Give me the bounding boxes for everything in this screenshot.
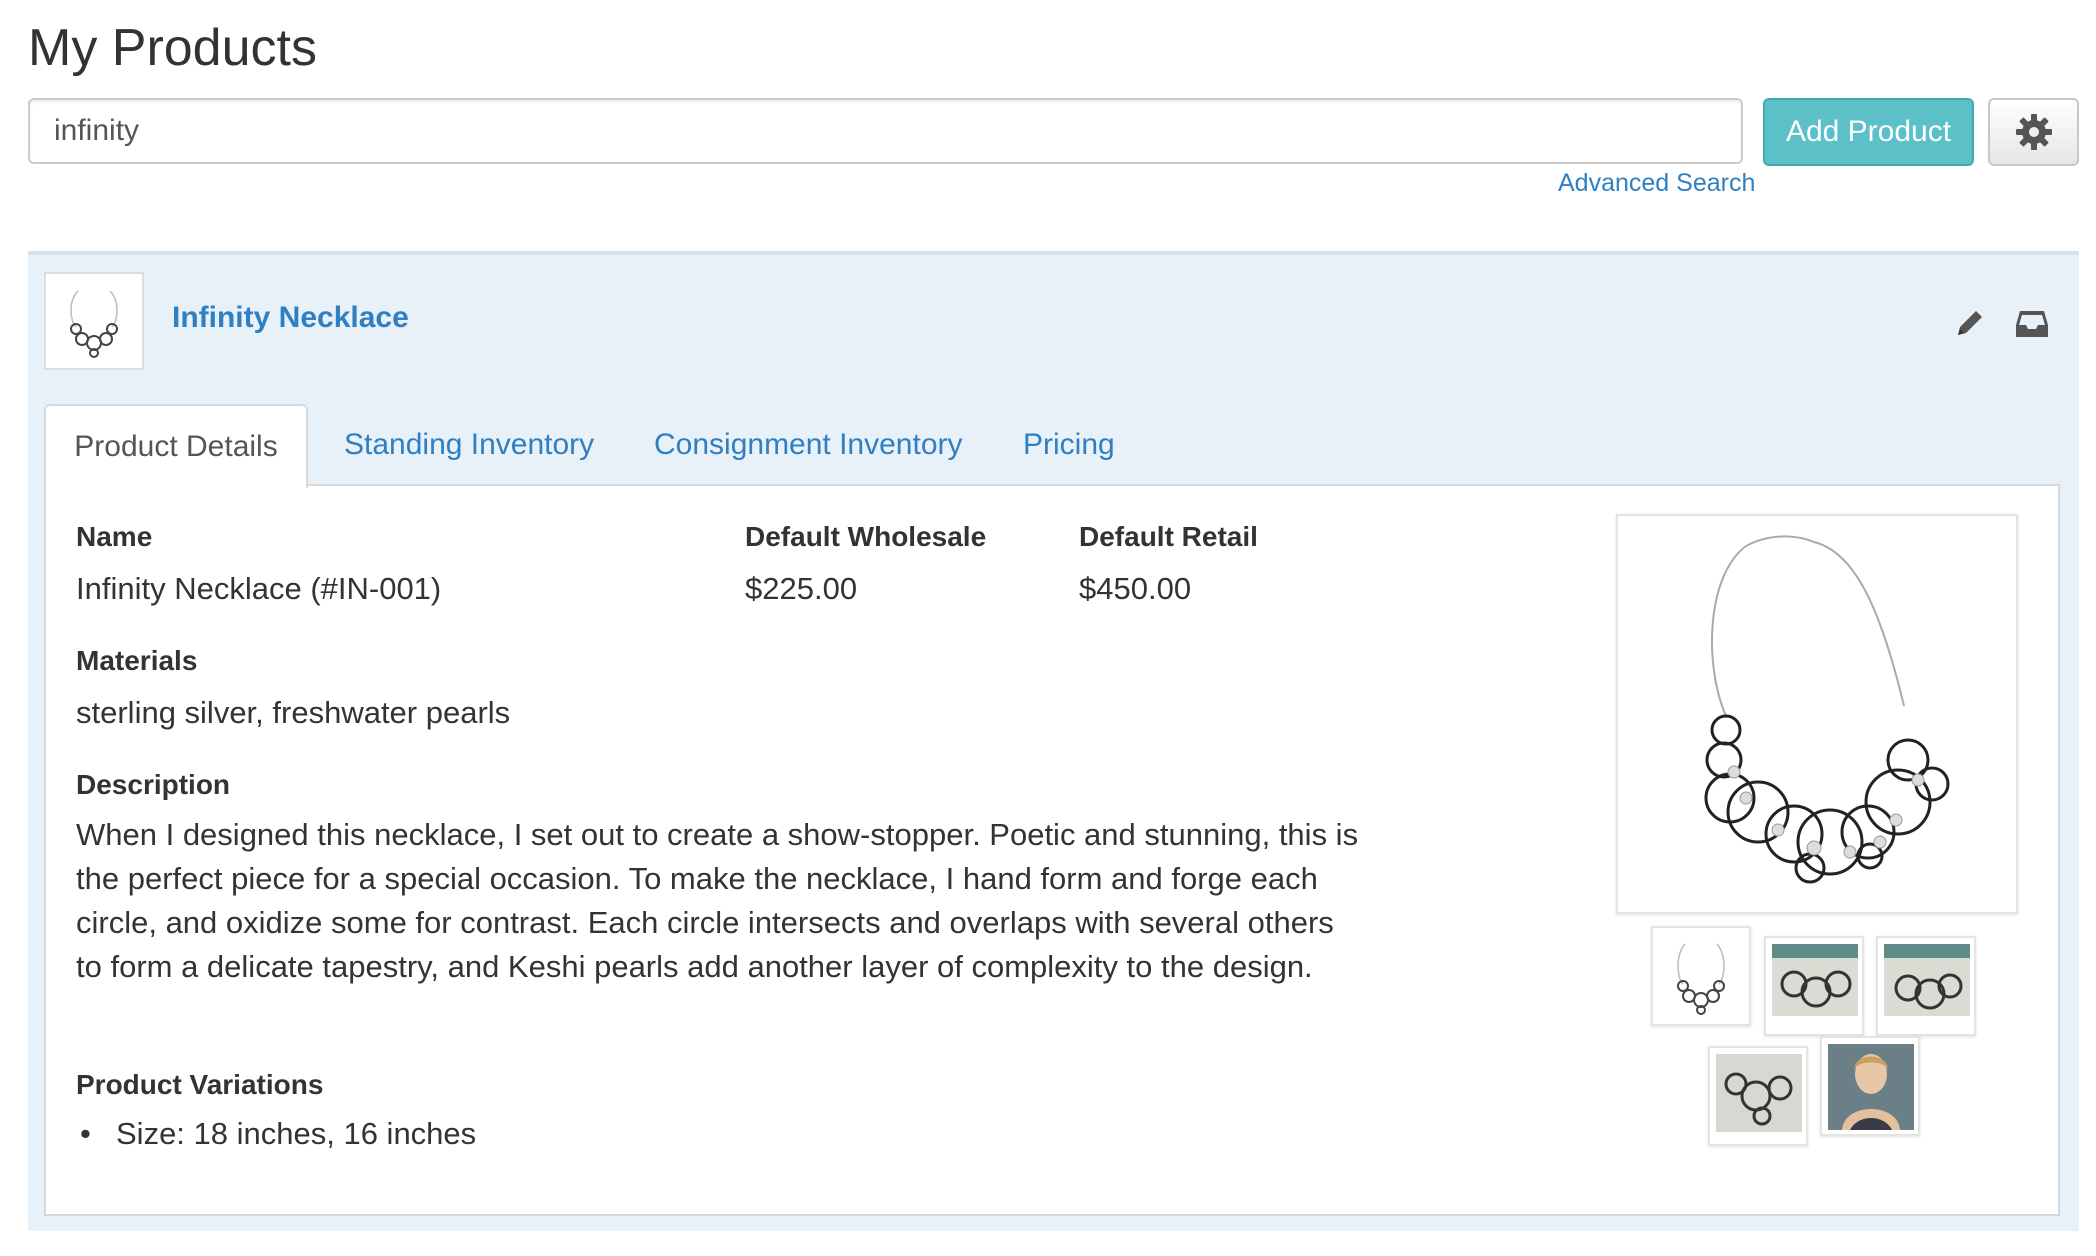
wholesale-value: $225.00 <box>745 571 858 606</box>
product-main-photo <box>1616 514 2018 914</box>
photo-thumbnail[interactable] <box>1876 936 1976 1036</box>
wholesale-label: Default Wholesale <box>745 521 987 552</box>
advanced-search-link[interactable]: Advanced Search <box>1558 169 1755 198</box>
edit-button[interactable] <box>1950 303 1990 343</box>
variation-text: Size: 18 inches, 16 inches <box>116 1116 477 1151</box>
tab-pricing[interactable]: Pricing <box>1023 404 1115 486</box>
product-name-link[interactable]: Infinity Necklace <box>172 301 409 335</box>
description-text: When I designed this necklace, I set out… <box>76 817 1359 984</box>
search-input[interactable] <box>28 98 1743 164</box>
necklace-image <box>1704 535 1950 884</box>
description-label: Description <box>76 769 231 800</box>
archive-button[interactable] <box>2012 303 2052 343</box>
name-label: Name <box>76 521 153 552</box>
variations-label: Product Variations <box>76 1069 324 1100</box>
name-value: Infinity Necklace (#IN-001) <box>76 571 442 606</box>
necklace-photo <box>1884 944 1970 1016</box>
pencil-icon <box>1958 311 1982 335</box>
tab-product-details[interactable]: Product Details <box>44 404 308 488</box>
variation-item: Size: 18 inches, 16 inches <box>80 1116 476 1152</box>
necklace-image <box>1677 943 1725 1015</box>
tab-consignment-inventory[interactable]: Consignment Inventory <box>654 404 963 486</box>
photo-thumbnail[interactable] <box>1708 1046 1808 1146</box>
settings-button[interactable] <box>1988 98 2079 166</box>
photo-thumbnail[interactable] <box>1764 936 1864 1036</box>
necklace-photo <box>1716 1054 1802 1132</box>
model-photo <box>1828 1044 1914 1130</box>
materials-label: Materials <box>76 645 198 676</box>
materials-value: sterling silver, freshwater pearls <box>76 695 511 730</box>
archive-tray-icon <box>2016 311 2048 337</box>
retail-label: Default Retail <box>1079 521 1258 552</box>
add-product-button[interactable]: Add Product <box>1763 98 1974 166</box>
necklace-photo <box>1772 944 1858 1016</box>
photo-thumbnail[interactable] <box>1820 1036 1920 1136</box>
gear-icon <box>2015 114 2052 150</box>
photo-thumbnail[interactable] <box>1651 926 1751 1026</box>
necklace-image <box>70 290 118 358</box>
tab-standing-inventory[interactable]: Standing Inventory <box>344 404 594 486</box>
product-thumbnail[interactable] <box>44 272 144 370</box>
retail-value: $450.00 <box>1079 571 1192 606</box>
page-title: My Products <box>28 19 317 77</box>
